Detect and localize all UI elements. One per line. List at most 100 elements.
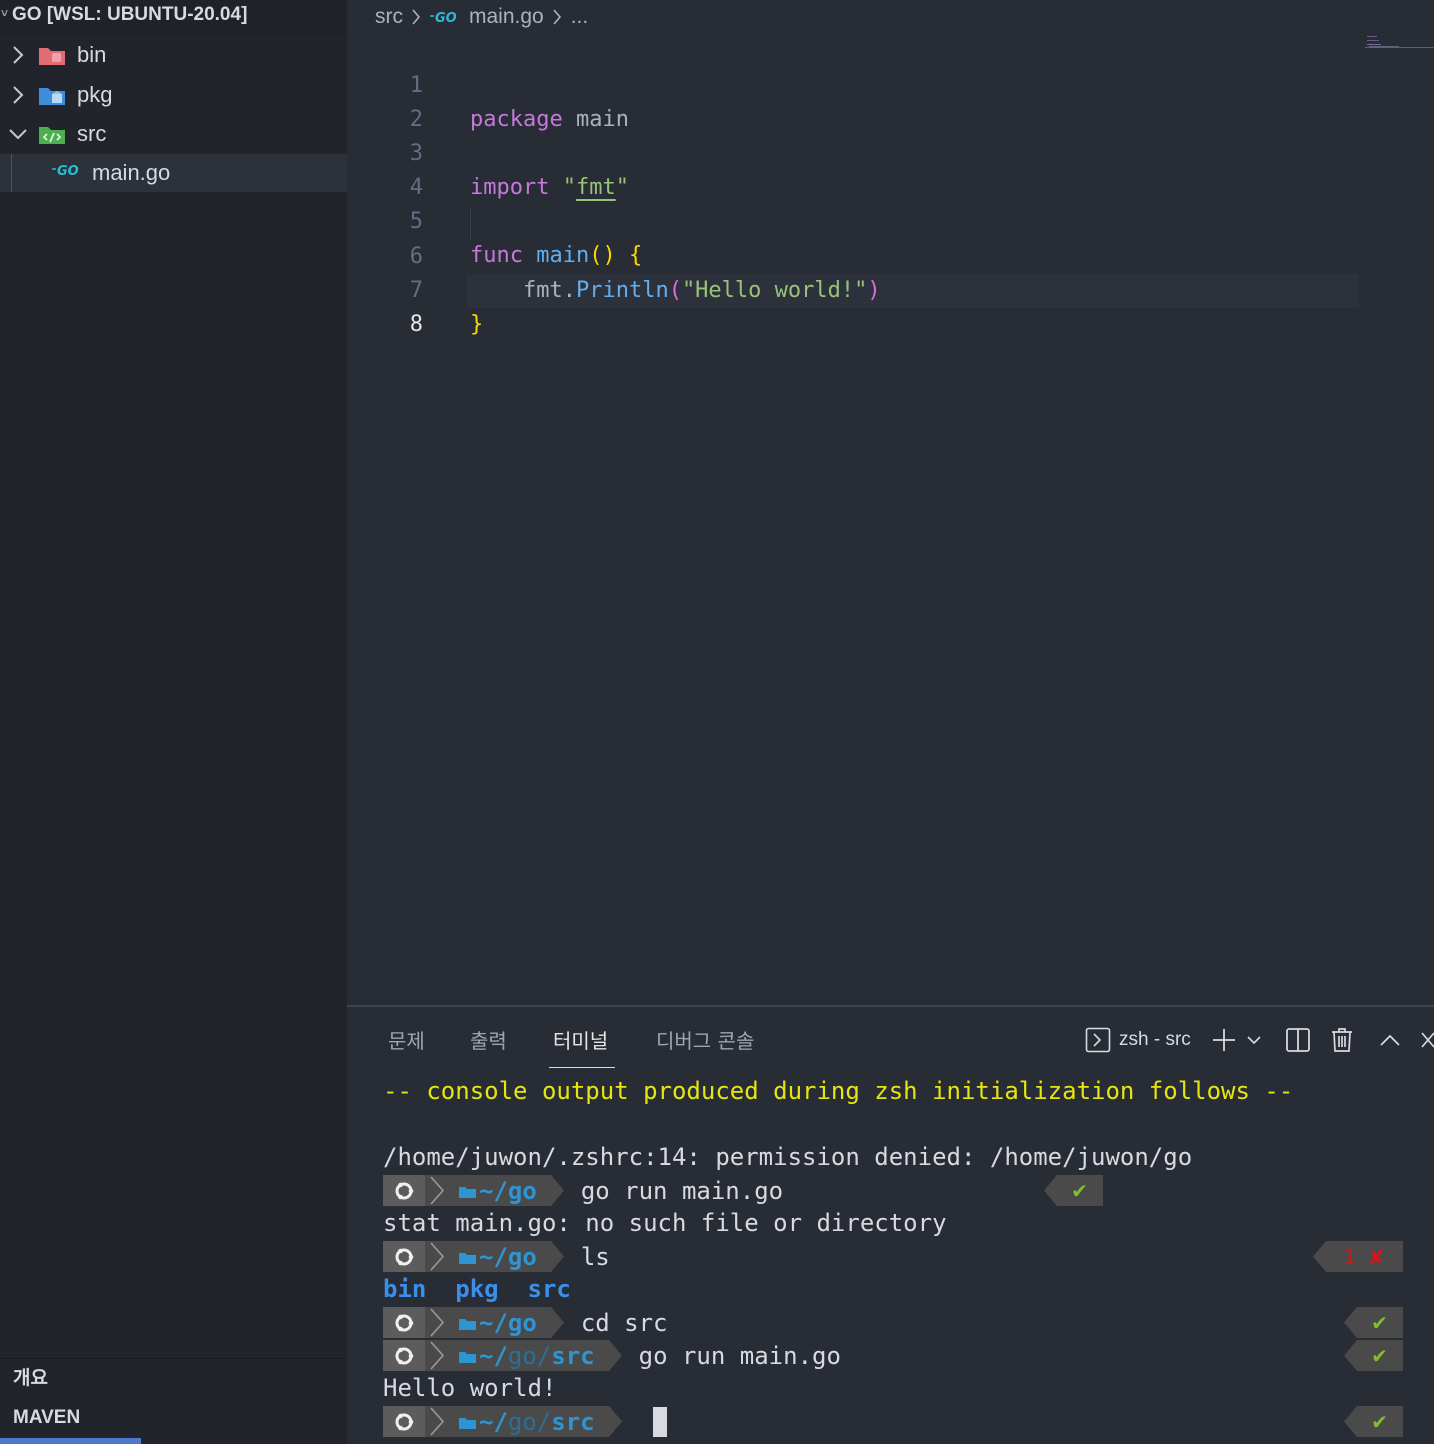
ubuntu-logo-icon: [383, 1307, 425, 1338]
folder-pkg-icon: [39, 88, 65, 105]
collapse-caret-icon: ˅: [1, 6, 9, 20]
terminal-icon: [1085, 1027, 1111, 1053]
exit-status-error: 1 ✘: [1313, 1241, 1403, 1272]
kill-terminal-button[interactable]: [1331, 1025, 1353, 1055]
check-icon: ✔: [1071, 1178, 1088, 1203]
folder-icon: [459, 1252, 476, 1264]
active-tab-indicator: [549, 1067, 615, 1068]
prompt-path: go: [507, 1308, 537, 1337]
prompt-arrow: [550, 1175, 564, 1206]
terminal-output-line: /home/juwon/.zshrc:14: permission denied…: [383, 1143, 1193, 1171]
workspace-title[interactable]: ˅ GO [WSL: UBUNTU-20.04]: [0, 0, 347, 34]
chevron-right-icon: [3, 44, 33, 66]
prompt-arrow: [550, 1241, 564, 1272]
breadcrumb-more[interactable]: ...: [571, 5, 589, 29]
maven-section-header[interactable]: MAVEN: [0, 1398, 347, 1438]
breadcrumb-folder[interactable]: src: [375, 5, 403, 29]
prompt-arrow: [550, 1307, 564, 1338]
tab-problems[interactable]: 문제: [388, 1025, 425, 1054]
terminal-output-line: stat main.go: no such file or directory: [383, 1209, 947, 1237]
go-file-icon: GO: [430, 11, 457, 24]
tree-item-label: src: [77, 121, 107, 146]
code-line: 4: [347, 137, 1434, 200]
ubuntu-logo-icon: [383, 1175, 425, 1206]
split-terminal-button[interactable]: [1285, 1025, 1311, 1055]
prompt-path: src: [551, 1407, 595, 1436]
chevron-right-icon: [411, 8, 421, 26]
prompt-home: ~/: [479, 1176, 508, 1205]
terminal-command: ls: [580, 1242, 610, 1271]
close-panel-button[interactable]: [1420, 1025, 1434, 1055]
prompt-path-parent: go/: [507, 1341, 552, 1370]
terminal-dropdown-button[interactable]: [1246, 1025, 1262, 1055]
ubuntu-logo-icon: [383, 1340, 425, 1371]
ls-output: bin pkg src: [383, 1273, 571, 1306]
split-icon: [1286, 1028, 1310, 1052]
ubuntu-logo-icon: [383, 1406, 425, 1437]
prompt-segment: ~/go ls: [383, 1241, 610, 1272]
prompt-path-parent: go/: [507, 1407, 552, 1436]
explorer-sidebar: ˅ GO [WSL: UBUNTU-20.04] bin pkg src GO …: [0, 0, 347, 1444]
code-editor[interactable]: src GO main.go ... 1 package main 2 3 im…: [347, 0, 1434, 1005]
ubuntu-logo-icon: [383, 1241, 425, 1272]
tab-terminal[interactable]: 터미널: [553, 1025, 608, 1054]
chevron-right-icon: [430, 1407, 445, 1436]
exit-status-ok: ✔: [1344, 1406, 1403, 1437]
prompt-home: ~/: [479, 1308, 508, 1337]
progress-bar: [0, 1438, 141, 1444]
tree-item-label: pkg: [77, 82, 113, 107]
check-icon: ✔: [1371, 1310, 1388, 1335]
chevron-right-icon: [430, 1341, 445, 1370]
folder-icon: [459, 1318, 476, 1330]
tree-item-pkg[interactable]: pkg: [0, 76, 347, 114]
prompt-path: go: [507, 1242, 537, 1271]
folder-icon: [459, 1186, 476, 1198]
code-line-current: 8: [347, 274, 1434, 337]
tab-output[interactable]: 출력: [470, 1025, 507, 1054]
tree-item-src[interactable]: src: [0, 115, 347, 153]
breadcrumb: src GO main.go ...: [375, 3, 588, 31]
prompt-arrow: [608, 1340, 622, 1371]
prompt-segment: ~/go/src: [383, 1406, 623, 1437]
terminal-cursor[interactable]: [653, 1407, 667, 1437]
tree-item-main-go[interactable]: GO main.go: [0, 154, 347, 192]
ls-entry: src: [527, 1275, 571, 1303]
terminal-command: go run main.go: [580, 1176, 784, 1205]
prompt-path: go: [507, 1176, 537, 1205]
chevron-down-icon: [1247, 1036, 1261, 1045]
new-terminal-button[interactable]: [1211, 1025, 1237, 1055]
terminal-output-line: Hello world!: [383, 1374, 557, 1402]
close-icon: [1421, 1032, 1434, 1048]
chevron-down-icon: [3, 127, 33, 141]
outline-section-header[interactable]: 개요: [0, 1358, 347, 1398]
chevron-right-icon: [430, 1308, 445, 1337]
terminal-selector[interactable]: zsh - src: [1085, 1025, 1191, 1055]
code-line: 5 func main() {: [347, 171, 1434, 268]
exit-code: 1: [1343, 1244, 1356, 1269]
ls-entry: pkg: [455, 1275, 499, 1303]
exit-status-ok: ✔: [1044, 1175, 1103, 1206]
chevron-right-icon: [552, 8, 562, 26]
ls-entry: bin: [383, 1275, 427, 1303]
bottom-panel: 문제 출력 터미널 디버그 콘솔 zsh - src -- console ou…: [347, 1005, 1434, 1444]
tab-debug-console[interactable]: 디버그 콘솔: [656, 1025, 754, 1054]
prompt-arrow: [608, 1406, 622, 1437]
terminal-command: go run main.go: [638, 1341, 841, 1370]
code-line: 2: [347, 69, 1434, 132]
check-icon: ✔: [1371, 1343, 1388, 1368]
folder-src-icon: [39, 127, 65, 144]
code-line: 6 fmt.Println("Hello world!"): [347, 206, 1434, 303]
trash-icon: [1332, 1028, 1352, 1052]
prompt-segment: ~/go/src go run main.go: [383, 1340, 841, 1371]
tree-indent-guide: [11, 154, 12, 192]
workspace-title-label: GO [WSL: UBUNTU-20.04]: [12, 4, 248, 25]
code-line: 1 package main: [347, 35, 1434, 132]
maximize-panel-button[interactable]: [1379, 1025, 1401, 1055]
folder-icon: [459, 1417, 476, 1429]
breadcrumb-file[interactable]: main.go: [469, 5, 544, 29]
go-file-icon: GO: [52, 164, 79, 177]
prompt-home: ~/: [479, 1242, 508, 1271]
terminal-command: cd src: [580, 1308, 668, 1337]
folder-bin-icon: [39, 48, 65, 65]
tree-item-bin[interactable]: bin: [0, 36, 347, 74]
